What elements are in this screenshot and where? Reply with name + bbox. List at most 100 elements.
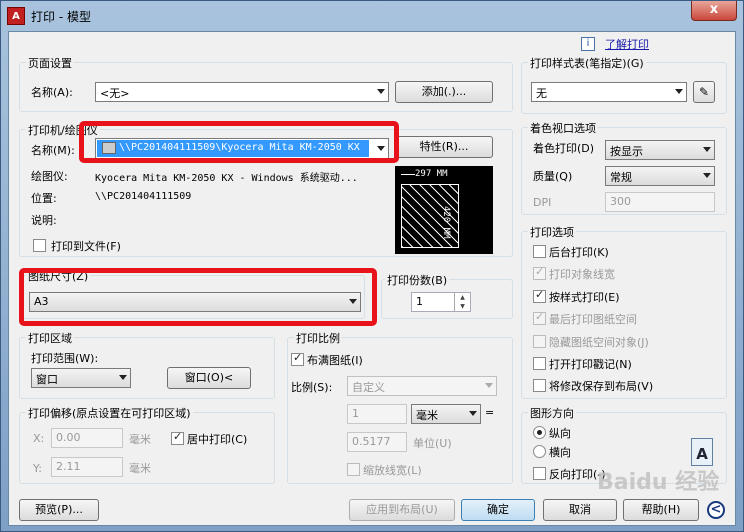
- orientation-page-icon: A: [691, 438, 713, 466]
- plot-with-styles-label: 按样式打印(E): [549, 291, 620, 304]
- preview-width-label: 297 MM: [415, 169, 448, 179]
- print-dialog-window: A 打印 - 模型 x i 了解打印 页面设置 名称(A): <无> 添加(.)…: [0, 0, 744, 532]
- plot-range-select[interactable]: 窗口: [31, 368, 131, 388]
- offset-y-label: Y:: [33, 462, 42, 475]
- paper-size-highlight-box: [19, 268, 377, 326]
- plotter-label: 绘图仪:: [31, 170, 68, 183]
- quality-value: 常规: [610, 171, 632, 184]
- print-to-file-checkbox[interactable]: [33, 239, 46, 252]
- background-plot-label: 后台打印(K): [549, 246, 609, 259]
- chevron-down-icon: [469, 411, 477, 416]
- description-label: 说明:: [31, 214, 57, 227]
- info-icon: i: [581, 37, 595, 51]
- center-plot-label: 居中打印(C): [187, 433, 248, 446]
- background-plot-checkbox[interactable]: [533, 245, 546, 258]
- copies-spinner[interactable]: ▲ ▼: [454, 293, 470, 311]
- plot-stamp-label: 打开打印戳记(N): [549, 358, 632, 371]
- scale-unit-select[interactable]: 毫米: [411, 404, 481, 424]
- shade-plot-select[interactable]: 按显示: [605, 140, 715, 160]
- copies-label: 打印份数(B): [385, 272, 450, 288]
- plot-style-title: 打印样式表(笔指定)(G): [528, 55, 646, 71]
- scale-lineweights-checkbox[interactable]: [347, 463, 360, 476]
- cancel-button[interactable]: 取消: [543, 499, 617, 521]
- close-button[interactable]: x: [691, 1, 737, 21]
- chevron-down-icon: [675, 89, 683, 94]
- fit-to-paper-checkbox[interactable]: [291, 351, 304, 366]
- landscape-label: 横向: [549, 446, 571, 459]
- add-page-setup-button[interactable]: 添加(.)...: [395, 81, 493, 103]
- chevron-down-icon: [119, 375, 127, 380]
- edit-pen-icon[interactable]: ✎: [693, 81, 715, 103]
- scale-lineweights-label: 缩放线宽(L): [363, 464, 422, 477]
- ok-button[interactable]: 确定: [461, 499, 535, 521]
- copies-input[interactable]: 1 ▲ ▼: [411, 292, 471, 312]
- apply-to-layout-button[interactable]: 应用到布局(U): [349, 499, 455, 521]
- plot-paperspace-last-checkbox[interactable]: [533, 310, 546, 325]
- copies-value: 1: [416, 295, 423, 308]
- chevron-down-icon: [703, 173, 711, 178]
- plot-area-title: 打印区域: [26, 330, 74, 346]
- preview-height-label: 420 MM: [441, 206, 451, 239]
- shade-plot-label: 着色打印(D): [533, 142, 595, 155]
- shaded-viewport-title: 着色视口选项: [528, 120, 598, 136]
- portrait-label: 纵向: [549, 427, 571, 440]
- orientation-title: 图形方向: [528, 405, 576, 421]
- title-bar[interactable]: A 打印 - 模型 x: [1, 1, 743, 31]
- plot-style-select[interactable]: 无: [531, 82, 687, 102]
- width-dimension-line: [401, 174, 415, 175]
- printer-highlight-box: [79, 121, 399, 163]
- scale-paper-units-input[interactable]: 1: [347, 404, 407, 424]
- center-plot-checkbox[interactable]: [171, 430, 184, 445]
- scale-select[interactable]: 自定义: [347, 376, 497, 396]
- preview-button[interactable]: 预览(P)...: [19, 499, 99, 521]
- fit-to-paper-label: 布满图纸(I): [307, 354, 363, 367]
- offset-x-unit: 毫米: [129, 433, 151, 446]
- plot-lineweights-checkbox[interactable]: [533, 265, 546, 280]
- plot-lineweights-label: 打印对象线宽: [549, 268, 615, 281]
- hide-paperspace-objects-checkbox[interactable]: [533, 335, 546, 348]
- plot-with-styles-checkbox[interactable]: [533, 288, 546, 303]
- landscape-radio[interactable]: [533, 445, 546, 458]
- scale-unit-value: 毫米: [416, 409, 438, 422]
- location-label: 位置:: [31, 192, 57, 205]
- plot-range-value: 窗口: [36, 373, 58, 386]
- offset-x-label: X:: [33, 432, 45, 445]
- help-button[interactable]: 帮助(H): [623, 499, 699, 521]
- plot-paperspace-last-label: 最后打印图纸空间: [549, 313, 637, 326]
- printer-name-label: 名称(M):: [31, 144, 75, 157]
- plot-options-title: 打印选项: [528, 224, 576, 240]
- plot-style-value: 无: [536, 87, 547, 100]
- dialog-body: i 了解打印 页面设置 名称(A): <无> 添加(.)... 打印机/绘图仪 …: [8, 31, 736, 526]
- chevron-down-icon: [485, 383, 493, 388]
- scale-value: 自定义: [352, 381, 385, 394]
- scale-units-label: 单位(U): [413, 437, 452, 450]
- scale-drawing-units-input[interactable]: 0.5177: [347, 432, 407, 452]
- learn-printing-link[interactable]: 了解打印: [605, 36, 649, 52]
- save-to-layout-label: 将修改保存到布局(V): [549, 380, 654, 393]
- dpi-input[interactable]: 300: [605, 192, 715, 212]
- reverse-plot-checkbox[interactable]: [533, 467, 546, 480]
- hide-paperspace-objects-label: 隐藏图纸空间对象(J): [549, 336, 649, 349]
- window-select-button[interactable]: 窗口(O)<: [167, 367, 251, 389]
- page-setup-name-select[interactable]: <无>: [95, 82, 389, 102]
- autocad-app-icon: A: [7, 7, 25, 25]
- page-setup-name-value: <无>: [100, 87, 130, 100]
- location-value: \\PC201404111509: [95, 191, 192, 202]
- plotter-value: Kyocera Mita KM-2050 KX - Windows 系统驱动..…: [95, 173, 358, 184]
- collapse-options-icon[interactable]: <: [707, 501, 725, 519]
- equals-sign: =: [485, 406, 495, 419]
- chevron-down-icon: [703, 147, 711, 152]
- scale-label: 比例(S):: [291, 381, 333, 394]
- offset-x-input[interactable]: 0.00: [51, 428, 123, 448]
- save-to-layout-checkbox[interactable]: [533, 379, 546, 392]
- printer-icon: [102, 142, 116, 154]
- plot-stamp-checkbox[interactable]: [533, 357, 546, 370]
- quality-select[interactable]: 常规: [605, 166, 715, 186]
- offset-y-input[interactable]: 2.11: [51, 457, 123, 477]
- baidu-watermark: Baidu 经验: [597, 470, 720, 495]
- page-setup-name-label: 名称(A):: [31, 86, 73, 99]
- window-title: 打印 - 模型: [31, 10, 91, 24]
- print-to-file-label: 打印到文件(F): [51, 240, 121, 253]
- portrait-radio[interactable]: [533, 426, 546, 439]
- printer-properties-button[interactable]: 特性(R)...: [395, 136, 493, 158]
